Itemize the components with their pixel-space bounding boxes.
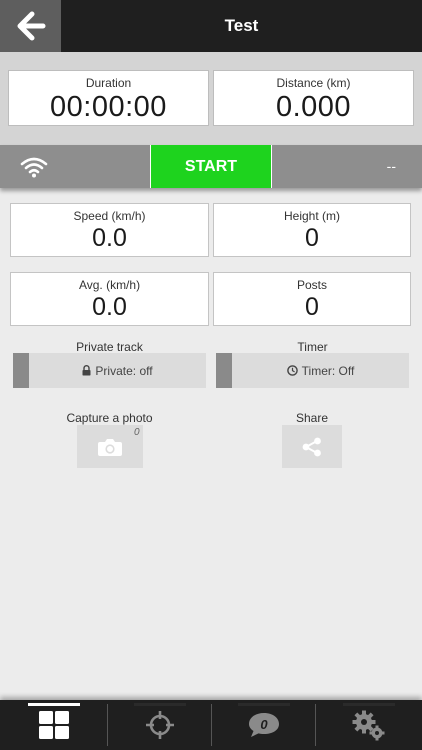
avg-speed-value: 0.0 [92,293,127,321]
private-track-label: Private track [76,340,143,354]
camera-icon [98,438,122,456]
speed-card: Speed (km/h) 0.0 [10,203,209,257]
duration-label: Duration [85,76,132,90]
timer-label: Timer [297,340,328,354]
duration-card: Duration 00:00:00 [8,70,209,126]
photo-count: 0 [134,427,140,438]
tab-tracking[interactable] [108,700,211,750]
duration-value: 00:00:00 [50,91,167,123]
summary-panel: Duration 00:00:00 Distance (km) 0.000 [0,52,422,145]
share-button[interactable] [282,425,342,468]
start-button[interactable]: START [150,145,272,188]
control-bar: START -- [0,145,422,188]
tab-indicator [237,703,290,706]
private-toggle-knob[interactable] [13,353,29,388]
distance-label: Distance (km) [276,76,351,90]
settings-gears-icon [352,710,385,741]
posts-label: Posts [296,278,327,292]
back-button[interactable] [0,0,61,52]
private-toggle-text: Private: off [29,353,206,388]
arrow-left-icon [17,11,45,41]
share-icon [302,437,321,456]
speed-value: 0.0 [92,224,127,252]
tab-indicator [343,703,395,706]
page-title: Test [224,16,259,35]
gps-status: -- [386,158,396,174]
capture-photo-label: Capture a photo [66,411,153,425]
height-value: 0 [305,224,319,252]
tab-dashboard[interactable] [0,700,107,750]
chat-bubble-icon: 0 [248,713,279,737]
speed-label: Speed (km/h) [73,209,146,223]
distance-card: Distance (km) 0.000 [213,70,414,126]
timer-toggle-text: Timer: Off [232,353,409,388]
clock-icon [286,365,298,376]
avg-speed-card: Avg. (km/h) 0.0 [10,272,209,326]
posts-card: Posts 0 [213,272,411,326]
avg-speed-label: Avg. (km/h) [78,278,141,292]
tab-indicator-active [27,703,80,706]
tab-chat[interactable]: 0 [212,700,315,750]
tab-settings[interactable] [316,700,422,750]
dashboard-grid-icon [38,711,69,739]
bottom-tab-bar: 0 [0,700,422,750]
share-label: Share [295,411,329,425]
distance-value: 0.000 [275,91,352,123]
height-label: Height (m) [283,209,340,223]
posts-value: 0 [305,293,319,321]
lock-icon [82,365,91,376]
chat-badge-count: 0 [260,717,268,732]
crosshair-icon [145,711,174,739]
timer-toggle-knob[interactable] [216,353,232,388]
private-toggle-value: Private: off [95,363,153,378]
top-bar: Test [0,0,422,52]
timer-toggle-value: Timer: Off [301,363,355,378]
timer-toggle[interactable]: Timer: Off [216,353,409,388]
height-card: Height (m) 0 [213,203,411,257]
private-toggle[interactable]: Private: off [13,353,206,388]
tab-indicator [133,703,186,706]
wifi-icon [20,157,48,178]
